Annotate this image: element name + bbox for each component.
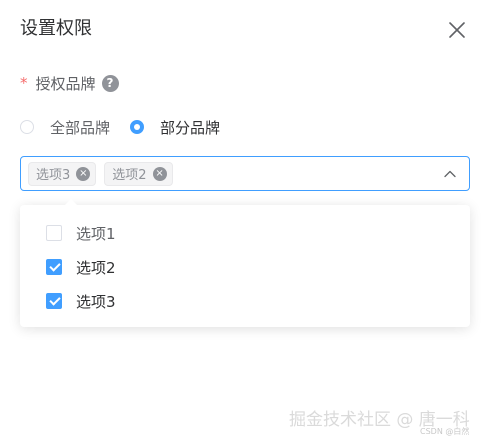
radio-partial-brands-circle[interactable] <box>130 120 145 134</box>
dropdown-option[interactable]: 选项2 <box>20 250 470 284</box>
brand-options-dropdown: 选项1 选项2 选项3 <box>20 199 470 327</box>
option-checkbox[interactable] <box>46 225 62 241</box>
option-label[interactable]: 选项1 <box>76 223 116 244</box>
permission-dialog: 设置权限 * 授权品牌 ? 全部品牌 部分品牌 选项3 × 选项2 × 选项1 … <box>0 0 493 442</box>
option-label[interactable]: 选项2 <box>76 257 116 278</box>
required-mark: * <box>20 74 28 92</box>
dropdown-arrow <box>65 199 77 205</box>
radio-all-brands-label[interactable]: 全部品牌 <box>50 117 110 138</box>
brand-multi-select[interactable]: 选项3 × 选项2 × <box>20 156 470 191</box>
tag-close-icon[interactable]: × <box>152 166 167 181</box>
dropdown-option[interactable]: 选项1 <box>20 216 470 250</box>
watermark-sub: CSDN @白然 <box>420 427 470 436</box>
selected-tag-label: 选项3 <box>36 168 71 183</box>
radio-all-brands[interactable]: 全部品牌 <box>20 117 110 138</box>
dialog-title: 设置权限 <box>20 18 92 39</box>
option-checkbox[interactable] <box>46 293 62 309</box>
radio-partial-brands-label[interactable]: 部分品牌 <box>160 117 220 138</box>
radio-partial-brands[interactable]: 部分品牌 <box>130 117 220 138</box>
dropdown-option[interactable]: 选项3 <box>20 284 470 318</box>
brand-field-label: * 授权品牌 ? <box>20 72 119 94</box>
option-label[interactable]: 选项3 <box>76 291 116 312</box>
question-circle-icon[interactable]: ? <box>101 74 119 92</box>
chevron-up-icon[interactable] <box>443 167 457 181</box>
selected-tag: 选项3 × <box>28 161 97 186</box>
radio-all-brands-circle[interactable] <box>20 120 34 134</box>
option-checkbox[interactable] <box>46 259 62 275</box>
selected-tag-label: 选项2 <box>112 168 147 183</box>
brand-scope-radio-group: 全部品牌 部分品牌 <box>20 116 240 138</box>
selected-tag: 选项2 × <box>104 161 173 186</box>
field-label-text: 授权品牌 <box>35 74 96 93</box>
tag-close-icon[interactable]: × <box>76 166 91 181</box>
close-icon[interactable] <box>446 19 468 41</box>
